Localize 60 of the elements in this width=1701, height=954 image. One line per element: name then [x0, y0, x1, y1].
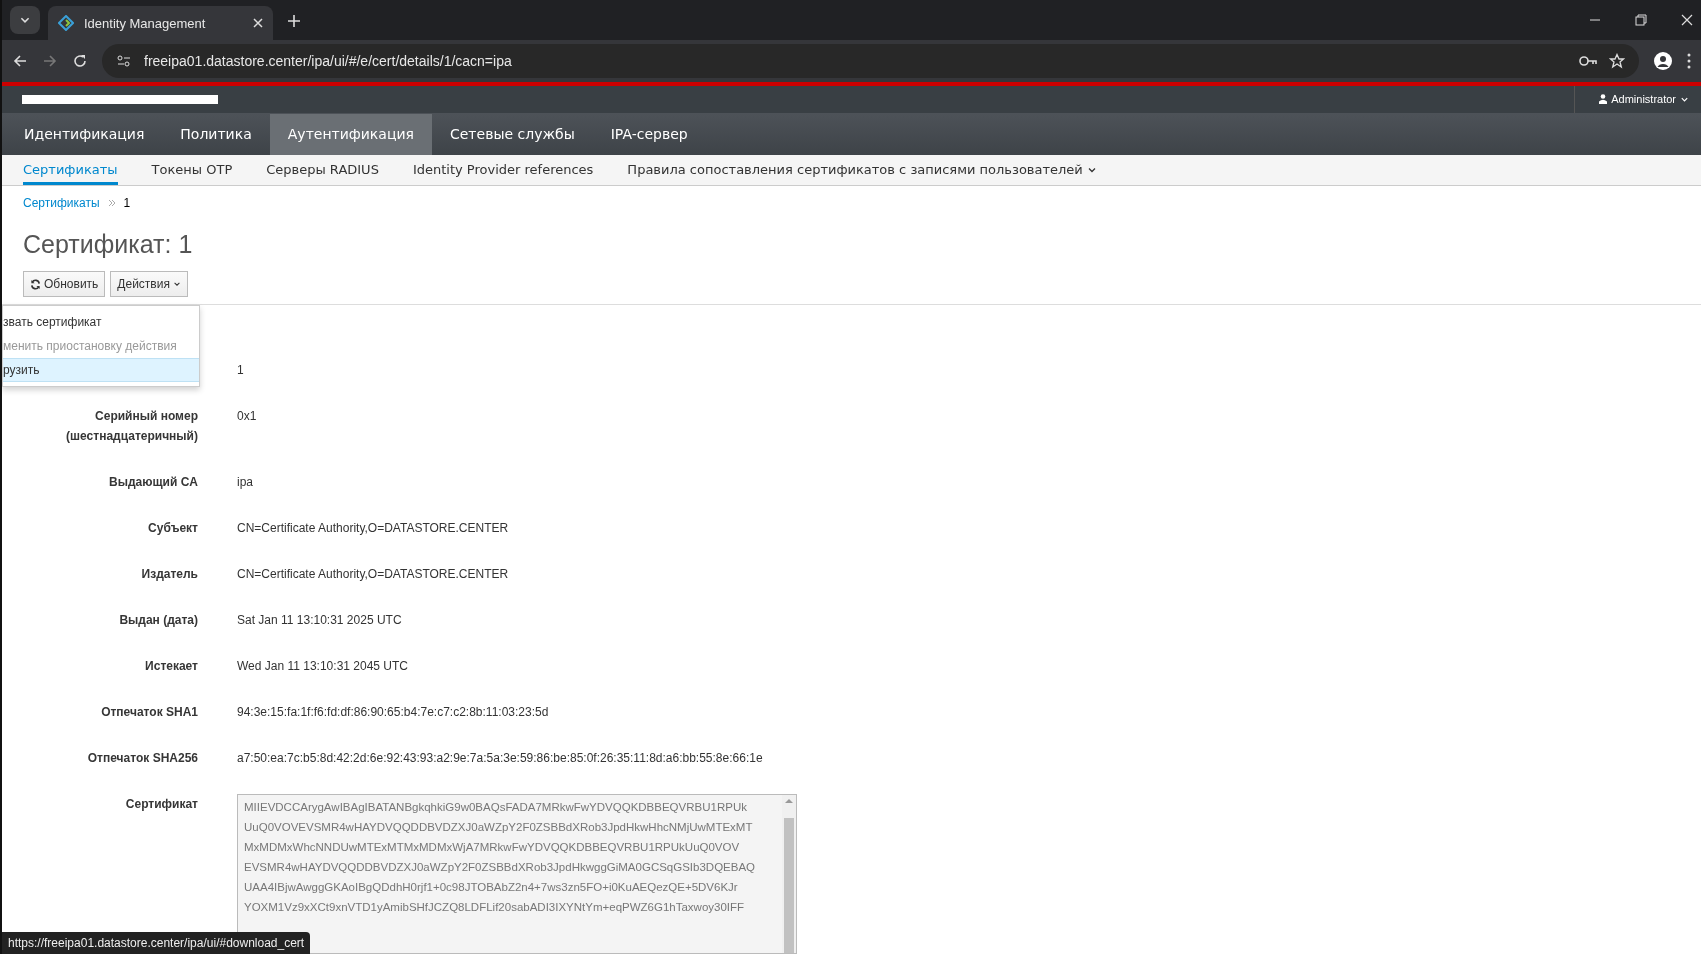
tab-title: Identity Management	[84, 15, 207, 31]
subnav-tab[interactable]: Токены OTP	[151, 154, 233, 185]
reload-icon[interactable]	[72, 52, 88, 69]
refresh-icon	[30, 278, 41, 290]
field-value: 94:3e:15:fa:1f:f6:fd:df:86:90:65:b4:7e:c7:c2:8b:11:03:23:5d	[237, 704, 550, 721]
caret-icon	[172, 280, 181, 288]
tab-search-button[interactable]	[10, 6, 40, 34]
field-value: a7:50:ea:7c:b5:8d:42:2d:6e:92:43:93:a2:9e:7a:5a:3e:59:86:be:85:0f:26:35:11:8d:a6:bb:55:8e:66:1e	[237, 750, 764, 767]
field-value: 1	[237, 362, 245, 379]
browser-tab[interactable]: Identity Management	[48, 6, 273, 40]
field-label: Субъект	[147, 520, 198, 537]
field-label: Серийный номер (шестнадцатеричный)	[65, 408, 198, 445]
field-value: ipa	[237, 474, 254, 491]
user-menu[interactable]: Administrator	[1574, 85, 1701, 113]
refresh-button[interactable]: Обновить	[23, 271, 106, 297]
field-label: Истекает	[144, 658, 198, 675]
close-icon[interactable]	[253, 18, 263, 28]
actions-button[interactable]: Действия	[110, 271, 188, 297]
nav-tab[interactable]: Политика	[162, 113, 270, 155]
field-label: Выдан (дата)	[118, 612, 198, 629]
menu-item[interactable]: звать сертификат	[3, 310, 199, 334]
field-value: CN=Certificate Authority,O=DATASTORE.CENTER	[237, 520, 510, 537]
field-label: Отпечаток SHA1	[100, 704, 198, 721]
field-label: Сертификат	[124, 796, 198, 813]
nav-tab[interactable]: IPA-сервер	[592, 113, 706, 155]
nav-tab[interactable]: Аутентификация	[269, 113, 432, 155]
site-settings-icon	[116, 53, 132, 68]
field-label: Издатель	[140, 566, 198, 583]
field-label: Отпечаток SHA256	[86, 750, 198, 767]
scrollbar[interactable]	[782, 795, 796, 953]
user-icon	[1599, 94, 1608, 105]
more-icon[interactable]	[1687, 52, 1691, 69]
nav-tab[interactable]: Идентификация	[6, 113, 163, 155]
subnav-tab[interactable]: Правила сопоставления сертификатов с записями пользователей	[627, 154, 1097, 185]
forward-icon[interactable]	[42, 52, 58, 69]
url-text: freeipa01.datastore.center/ipa/ui/#/e/cert/details/1/cacn=ipa	[144, 52, 513, 69]
breadcrumb-current: 1	[123, 196, 131, 210]
key-icon[interactable]	[1579, 54, 1597, 67]
star-icon[interactable]	[1609, 52, 1625, 69]
field-label: Выдающий CA	[108, 474, 198, 491]
site-logo-icon	[58, 15, 74, 31]
breadcrumb-link[interactable]: Сертификаты	[23, 196, 100, 210]
field-value: Sat Jan 11 13:10:31 2025 UTC	[237, 612, 403, 629]
subnav-tab[interactable]: Identity Provider references	[412, 154, 594, 185]
page-title: Сертификат: 1	[22, 229, 194, 259]
subnav-tab[interactable]: Сертификаты	[23, 154, 118, 185]
back-icon[interactable]	[12, 52, 28, 69]
field-value: Wed Jan 11 13:10:31 2045 UTC	[237, 658, 409, 675]
close-icon[interactable]	[1681, 14, 1693, 26]
new-tab-icon[interactable]	[287, 14, 301, 28]
field-value: 0x1	[237, 408, 258, 425]
profile-icon[interactable]	[1653, 50, 1673, 71]
restore-icon[interactable]	[1635, 14, 1647, 26]
menu-item[interactable]: рузить	[3, 358, 199, 382]
nav-tab[interactable]: Сетевые службы	[431, 113, 593, 155]
subnav-tab[interactable]: Серверы RADIUS	[266, 154, 379, 185]
breadcrumb-separator-icon	[107, 199, 116, 207]
status-url: https://freeipa01.datastore.center/ipa/ui/#download_cert	[2, 932, 311, 954]
field-value: CN=Certificate Authority,O=DATASTORE.CENTER	[237, 566, 510, 583]
address-bar[interactable]: freeipa01.datastore.center/ipa/ui/#/e/cert/details/1/cacn=ipa	[102, 43, 1639, 78]
